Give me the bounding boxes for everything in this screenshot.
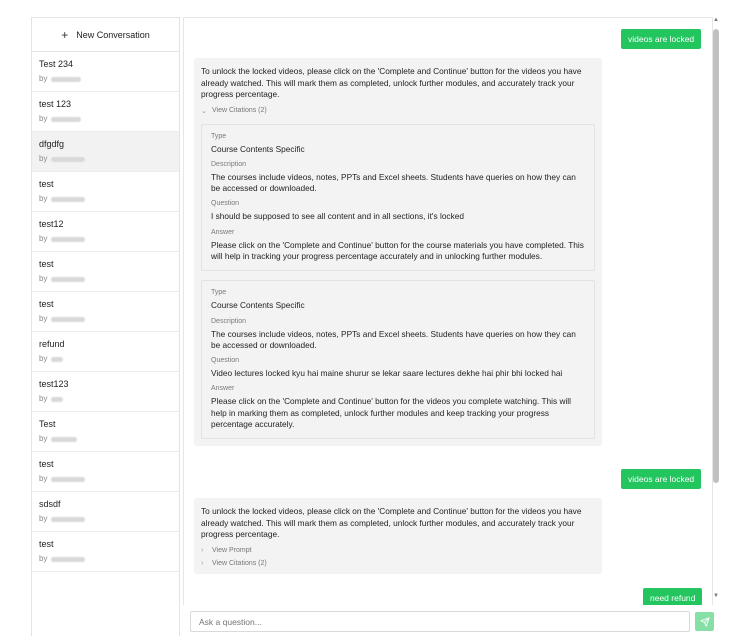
conversation-author: by <box>39 553 179 565</box>
conversation-author: by <box>39 433 179 445</box>
author-name-redacted <box>51 516 86 522</box>
conversation-item[interactable]: test by <box>32 252 179 292</box>
send-icon <box>699 616 710 627</box>
citation-description-value: The courses include videos, notes, PPTs … <box>211 171 576 194</box>
conversation-sidebar: + New Conversation Test 234 by test 123 … <box>31 17 180 636</box>
conversation-title: refund <box>39 339 65 349</box>
author-name-redacted <box>51 116 82 122</box>
citation-description-label: Description <box>211 317 247 325</box>
conversation-title: test 123 <box>39 99 72 109</box>
chevron-down-icon: ⌄ <box>201 107 207 115</box>
conversation-item[interactable]: Test 234 by <box>32 52 179 92</box>
conversation-item[interactable]: test by <box>32 452 179 492</box>
conversation-item[interactable]: sdsdf by <box>32 492 179 532</box>
conversation-title: test <box>39 179 54 189</box>
new-conversation-button[interactable]: + New Conversation <box>32 18 179 52</box>
author-name-redacted <box>51 556 86 562</box>
conversation-item[interactable]: test123 by <box>32 372 179 412</box>
conversation-author: by <box>39 193 179 205</box>
scrollbar-thumb[interactable] <box>713 29 719 483</box>
conversation-title: test <box>39 459 54 469</box>
view-prompt-toggle[interactable]: › View Prompt <box>201 547 595 554</box>
conversation-item[interactable]: test12 by <box>32 212 179 252</box>
conversation-title: test <box>39 299 54 309</box>
author-name-redacted <box>51 436 78 442</box>
conversation-title: Test 234 <box>39 59 74 69</box>
conversation-item[interactable]: refund by <box>32 332 179 372</box>
citation-answer-label: Answer <box>211 228 235 236</box>
author-name-redacted <box>51 316 86 322</box>
user-message: videos are locked <box>621 469 702 489</box>
conversation-author: by <box>39 273 179 285</box>
chevron-right-icon: › <box>201 546 204 554</box>
conversation-item[interactable]: test by <box>32 292 179 332</box>
view-citations-label: View Citations (2) <box>212 107 267 114</box>
citation-type-value: Course Contents Specific <box>211 300 305 311</box>
citation-card: Type Course Contents Specific Descriptio… <box>201 280 595 440</box>
conversation-author: by <box>39 233 179 245</box>
conversation-author: by <box>39 513 179 525</box>
assistant-message-text: To unlock the locked videos, please clic… <box>201 506 582 539</box>
author-name-redacted <box>51 276 86 282</box>
author-name-redacted <box>51 356 64 362</box>
assistant-message: To unlock the locked videos, please clic… <box>194 498 602 574</box>
citation-description-label: Description <box>211 160 247 168</box>
chat-panel: videos are locked To unlock the locked v… <box>183 17 713 605</box>
scroll-up-icon[interactable]: ▲ <box>713 17 719 23</box>
assistant-message-text: To unlock the locked videos, please clic… <box>201 66 582 99</box>
view-citations-toggle[interactable]: › View Citations (2) <box>201 560 595 567</box>
conversation-author: by <box>39 313 179 325</box>
citation-question-value: I should be supposed to see all content … <box>211 211 464 222</box>
conversation-item[interactable]: Test by <box>32 412 179 452</box>
chevron-right-icon: › <box>201 559 204 567</box>
conversation-title: dfgdfg <box>39 139 65 149</box>
conversation-author: by <box>39 473 179 485</box>
conversation-author: by <box>39 113 179 125</box>
conversation-item[interactable]: test by <box>32 172 179 212</box>
citation-type-label: Type <box>211 132 227 140</box>
author-name-redacted <box>51 156 86 162</box>
conversation-title: test <box>39 539 54 549</box>
user-message: need refund <box>643 588 703 605</box>
author-name-redacted <box>51 476 86 482</box>
citation-type-label: Type <box>211 289 227 297</box>
citation-description-value: The courses include videos, notes, PPTs … <box>211 328 576 350</box>
citation-question-label: Question <box>211 200 240 208</box>
send-button[interactable] <box>695 612 714 631</box>
conversation-title: sdsdf <box>39 499 61 509</box>
conversation-author: by <box>39 393 179 405</box>
citation-type-value: Course Contents Specific <box>211 143 305 154</box>
assistant-message: To unlock the locked videos, please clic… <box>194 58 602 447</box>
citation-answer-value: Please click on the 'Complete and Contin… <box>211 396 571 430</box>
conversation-author: by <box>39 353 179 365</box>
view-citations-toggle[interactable]: ⌄ View Citations (2) <box>201 107 595 115</box>
new-conversation-label: New Conversation <box>76 29 150 40</box>
conversation-item[interactable]: test by <box>32 532 179 572</box>
conversation-item-active[interactable]: dfgdfg by <box>32 132 179 172</box>
conversation-author: by <box>39 73 179 85</box>
citation-answer-value: Please click on the 'Complete and Contin… <box>211 239 584 261</box>
conversation-item[interactable]: test 123 by <box>32 92 179 132</box>
citation-answer-label: Answer <box>211 385 235 393</box>
conversation-title: test12 <box>39 219 64 229</box>
conversation-title: test <box>39 259 54 269</box>
citation-question-label: Question <box>211 357 240 365</box>
chat-scrollbar[interactable]: ▲ ▼ <box>711 17 721 605</box>
scroll-down-icon[interactable]: ▼ <box>713 593 719 599</box>
view-citations-label: View Citations (2) <box>212 559 267 567</box>
author-name-redacted <box>51 196 86 202</box>
citation-card: Type Course Contents Specific Descriptio… <box>201 123 595 272</box>
citation-question-value: Video lectures locked kyu hai maine shur… <box>211 368 563 379</box>
conversation-author: by <box>39 153 179 165</box>
plus-icon: + <box>61 27 69 42</box>
author-name-redacted <box>51 76 82 82</box>
conversation-title: Test <box>39 419 56 429</box>
question-input[interactable] <box>190 611 690 632</box>
author-name-redacted <box>51 396 64 402</box>
author-name-redacted <box>51 236 86 242</box>
conversation-title: test123 <box>39 379 69 389</box>
user-message: videos are locked <box>621 29 702 49</box>
view-prompt-label: View Prompt <box>212 546 252 554</box>
